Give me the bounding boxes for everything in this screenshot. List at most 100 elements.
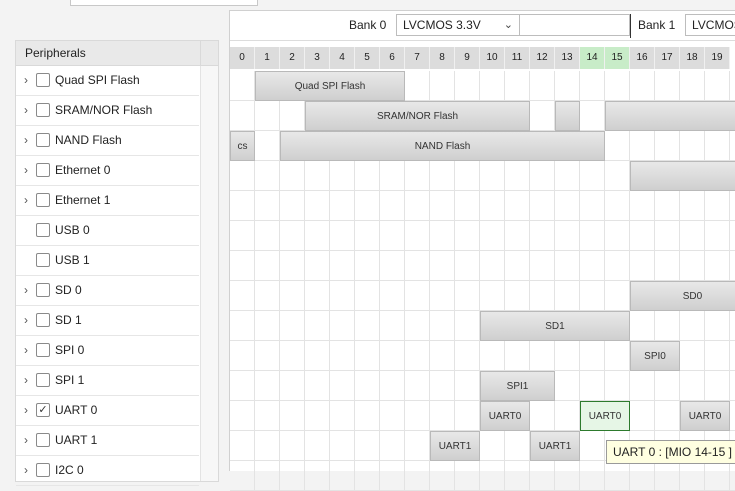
mio-cell[interactable] xyxy=(405,191,430,221)
mio-cell[interactable] xyxy=(480,251,505,281)
mio-cell[interactable] xyxy=(455,371,480,401)
mio-assignment-uart0[interactable]: UART0 xyxy=(680,401,730,431)
mio-cell[interactable] xyxy=(330,311,355,341)
mio-cell[interactable] xyxy=(630,221,655,251)
mio-cell[interactable] xyxy=(280,251,305,281)
peripheral-row-ethernet-1[interactable]: › Ethernet 1 xyxy=(16,186,199,216)
mio-cell[interactable] xyxy=(305,461,330,491)
mio-cell[interactable] xyxy=(455,221,480,251)
mio-cell[interactable] xyxy=(430,461,455,491)
mio-cell[interactable] xyxy=(255,461,280,491)
mio-cell[interactable] xyxy=(330,191,355,221)
mio-cell[interactable] xyxy=(355,341,380,371)
mio-cell[interactable] xyxy=(505,341,530,371)
mio-cell[interactable] xyxy=(680,71,705,101)
mio-cell[interactable] xyxy=(705,71,730,101)
mio-cell[interactable] xyxy=(530,461,555,491)
mio-cell[interactable] xyxy=(430,401,455,431)
mio-cell[interactable] xyxy=(655,71,680,101)
peripherals-scrollbar[interactable] xyxy=(200,66,218,481)
mio-cell[interactable] xyxy=(380,251,405,281)
mio-cell[interactable] xyxy=(255,101,280,131)
mio-cell[interactable] xyxy=(230,281,255,311)
mio-cell[interactable] xyxy=(605,161,630,191)
mio-cell[interactable] xyxy=(630,191,655,221)
mio-cell[interactable] xyxy=(430,311,455,341)
mio-cell[interactable] xyxy=(280,281,305,311)
mio-cell[interactable] xyxy=(705,131,730,161)
mio-cell[interactable] xyxy=(655,221,680,251)
peripheral-row-sram-nor-flash[interactable]: › SRAM/NOR Flash xyxy=(16,96,199,126)
checkbox[interactable] xyxy=(36,253,50,267)
mio-assignment-uart1[interactable]: UART1 xyxy=(530,431,580,461)
mio-cell[interactable] xyxy=(380,431,405,461)
mio-cell[interactable] xyxy=(430,191,455,221)
mio-cell[interactable] xyxy=(380,401,405,431)
mio-cell[interactable] xyxy=(655,191,680,221)
mio-assignment-sram-nor-flash[interactable]: SRAM/NOR Flash xyxy=(305,101,530,131)
peripheral-row-i2c-0[interactable]: › I2C 0 xyxy=(16,456,199,486)
peripheral-row-sd-1[interactable]: › SD 1 xyxy=(16,306,199,336)
bank0-voltage-select[interactable]: LVCMOS 3.3V ⌄ xyxy=(396,14,520,36)
mio-cell[interactable] xyxy=(430,161,455,191)
mio-assignment-uart0[interactable]: UART0 xyxy=(580,401,630,431)
mio-cell[interactable] xyxy=(255,191,280,221)
mio-cell[interactable] xyxy=(305,371,330,401)
mio-cell[interactable] xyxy=(455,341,480,371)
checkbox[interactable] xyxy=(36,193,50,207)
mio-cell[interactable] xyxy=(330,161,355,191)
mio-assignment-quad-spi-flash[interactable]: Quad SPI Flash xyxy=(255,71,405,101)
mio-cell[interactable] xyxy=(405,431,430,461)
mio-cell[interactable] xyxy=(680,221,705,251)
mio-cell[interactable] xyxy=(380,221,405,251)
mio-cell[interactable] xyxy=(280,371,305,401)
checkbox[interactable] xyxy=(36,313,50,327)
mio-cell[interactable] xyxy=(580,251,605,281)
mio-cell[interactable] xyxy=(680,191,705,221)
mio-cell[interactable] xyxy=(555,221,580,251)
mio-cell[interactable] xyxy=(730,251,735,281)
mio-cell[interactable] xyxy=(355,221,380,251)
mio-cell[interactable] xyxy=(405,461,430,491)
checkbox[interactable] xyxy=(36,223,50,237)
mio-cell[interactable] xyxy=(255,161,280,191)
mio-cell[interactable] xyxy=(405,401,430,431)
mio-cell[interactable] xyxy=(555,71,580,101)
mio-cell[interactable] xyxy=(680,461,705,491)
mio-cell[interactable] xyxy=(255,371,280,401)
mio-cell[interactable] xyxy=(380,311,405,341)
mio-cell[interactable] xyxy=(480,341,505,371)
mio-cell[interactable] xyxy=(405,371,430,401)
mio-cell[interactable] xyxy=(530,101,555,131)
mio-cell[interactable] xyxy=(555,341,580,371)
mio-cell[interactable] xyxy=(730,131,735,161)
mio-cell[interactable] xyxy=(505,251,530,281)
mio-cell[interactable] xyxy=(330,251,355,281)
mio-cell[interactable] xyxy=(705,341,730,371)
checkbox[interactable] xyxy=(36,163,50,177)
mio-cell[interactable] xyxy=(305,221,330,251)
mio-cell[interactable] xyxy=(455,401,480,431)
mio-cell[interactable] xyxy=(555,191,580,221)
mio-cell[interactable] xyxy=(380,161,405,191)
mio-cell[interactable] xyxy=(705,371,730,401)
mio-cell[interactable] xyxy=(405,161,430,191)
mio-cell[interactable] xyxy=(480,221,505,251)
peripheral-row-usb-1[interactable]: USB 1 xyxy=(16,246,199,276)
mio-cell[interactable] xyxy=(555,161,580,191)
mio-cell[interactable] xyxy=(630,401,655,431)
mio-assignment-bar[interactable] xyxy=(555,101,580,131)
mio-cell[interactable] xyxy=(230,71,255,101)
mio-cell[interactable] xyxy=(455,71,480,101)
mio-assignment-uart0[interactable]: UART0 xyxy=(480,401,530,431)
mio-cell[interactable] xyxy=(480,161,505,191)
mio-cell[interactable] xyxy=(280,341,305,371)
mio-cell[interactable] xyxy=(505,191,530,221)
mio-cell[interactable] xyxy=(480,431,505,461)
mio-cell[interactable] xyxy=(305,281,330,311)
peripheral-row-usb-0[interactable]: USB 0 xyxy=(16,216,199,246)
mio-cell[interactable] xyxy=(280,161,305,191)
mio-cell[interactable] xyxy=(230,371,255,401)
mio-cell[interactable] xyxy=(580,191,605,221)
mio-cell[interactable] xyxy=(230,401,255,431)
